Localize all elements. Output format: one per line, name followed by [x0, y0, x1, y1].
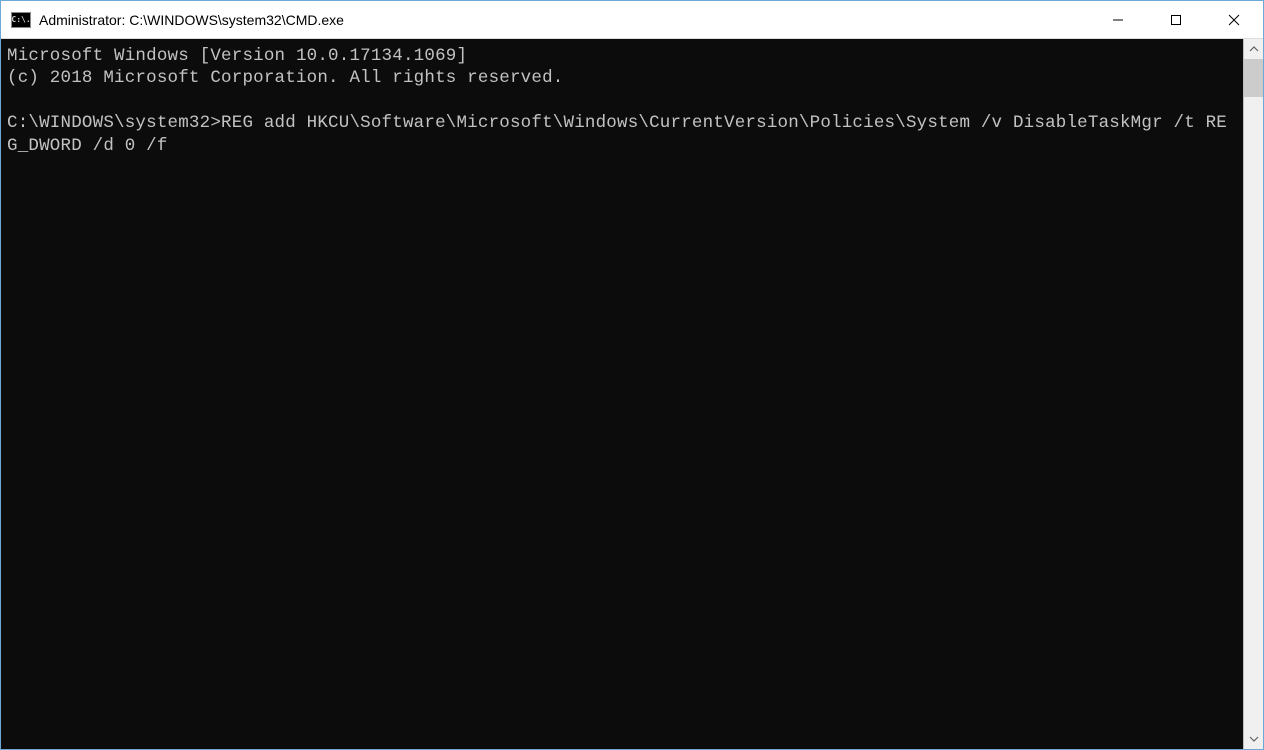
minimize-button[interactable]: [1089, 1, 1147, 39]
maximize-button[interactable]: [1147, 1, 1205, 39]
chevron-up-icon: [1249, 44, 1259, 54]
titlebar[interactable]: C:\. Administrator: C:\WINDOWS\system32\…: [1, 1, 1263, 39]
close-button[interactable]: [1205, 1, 1263, 39]
cmd-window: C:\. Administrator: C:\WINDOWS\system32\…: [0, 0, 1264, 750]
cmd-icon: C:\.: [11, 12, 31, 28]
vertical-scrollbar[interactable]: [1243, 39, 1263, 749]
minimize-icon: [1112, 14, 1124, 26]
scroll-up-button[interactable]: [1244, 39, 1263, 59]
window-title: Administrator: C:\WINDOWS\system32\CMD.e…: [39, 12, 1089, 28]
scroll-track[interactable]: [1244, 59, 1263, 729]
window-controls: [1089, 1, 1263, 39]
maximize-icon: [1170, 14, 1182, 26]
scroll-down-button[interactable]: [1244, 729, 1263, 749]
scroll-thumb[interactable]: [1244, 59, 1263, 97]
chevron-down-icon: [1249, 734, 1259, 744]
console-output[interactable]: Microsoft Windows [Version 10.0.17134.10…: [1, 39, 1243, 749]
console-area: Microsoft Windows [Version 10.0.17134.10…: [1, 39, 1263, 749]
close-icon: [1228, 14, 1240, 26]
